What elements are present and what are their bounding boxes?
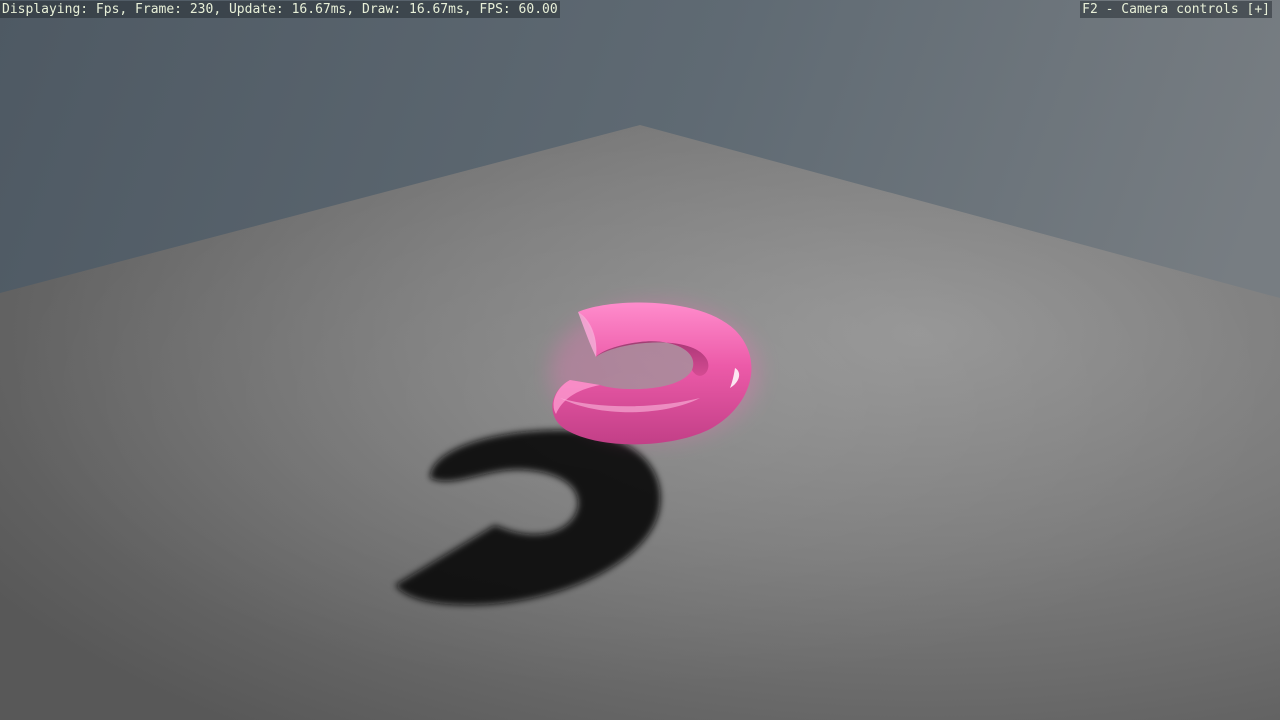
game-viewport[interactable]: Displaying: Fps, Frame: 230, Update: 16.… <box>0 0 1280 720</box>
scene-canvas <box>0 0 1280 720</box>
camera-controls-toggle[interactable]: F2 - Camera controls [+] <box>1080 1 1272 18</box>
fps-stats-overlay: Displaying: Fps, Frame: 230, Update: 16.… <box>0 1 560 18</box>
